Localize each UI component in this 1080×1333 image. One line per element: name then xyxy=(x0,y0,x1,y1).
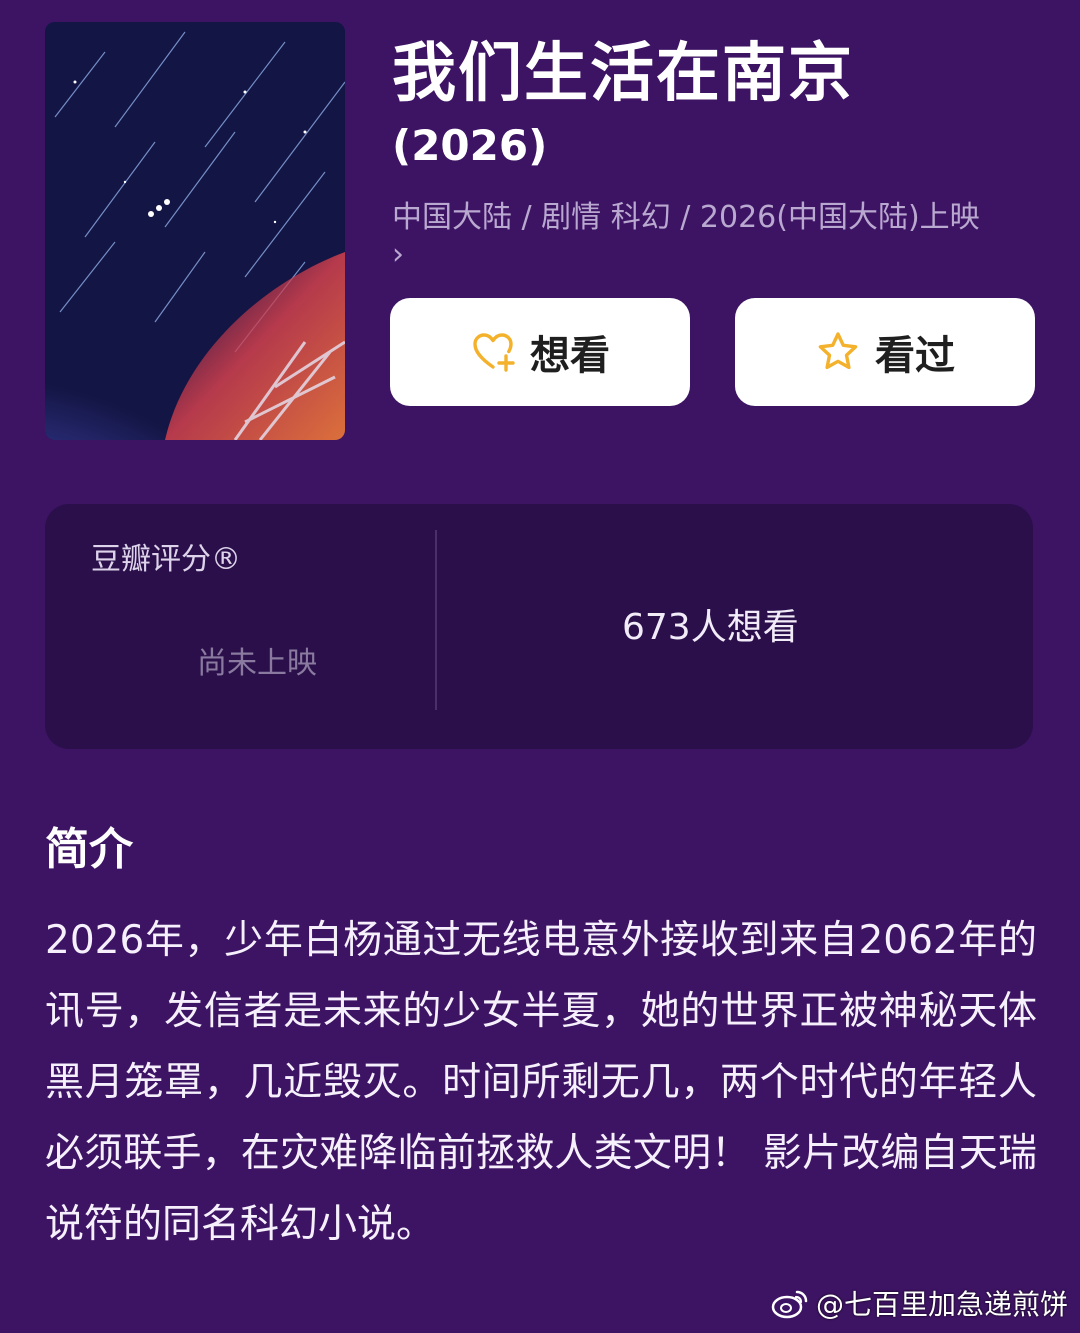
want-to-watch-count[interactable]: 673人想看 xyxy=(622,598,799,650)
poster-artwork xyxy=(45,22,345,440)
watched-label: 看过 xyxy=(875,333,955,379)
watermark: @七百里加急递煎饼 xyxy=(770,1283,1068,1323)
weibo-logo-icon xyxy=(770,1286,810,1320)
panel-divider xyxy=(435,530,437,710)
rating-panel: 豆瓣评分® 尚未上映 673人想看 xyxy=(45,504,1033,749)
watched-button[interactable]: 看过 xyxy=(735,298,1035,406)
movie-poster[interactable] xyxy=(45,22,345,440)
intro-text: 2026年，少年白杨通过无线电意外接收到来自2062年的讯号，发信者是未来的少女… xyxy=(45,918,1037,1247)
heart-plus-icon xyxy=(470,329,516,375)
intro-heading: 简介 xyxy=(45,824,133,875)
douban-rating-label: 豆瓣评分® xyxy=(91,542,241,577)
star-icon xyxy=(815,329,861,375)
want-to-watch-label: 想看 xyxy=(530,333,610,379)
rating-status: 尚未上映 xyxy=(197,646,317,681)
movie-meta[interactable]: 中国大陆 / 剧情 科幻 / 2026(中国大陆)上映 xyxy=(392,196,980,240)
movie-title: 我们生活在南京 xyxy=(392,37,854,111)
movie-year: (2026) xyxy=(392,121,548,170)
meta-expand-arrow[interactable]: › xyxy=(392,238,404,272)
watermark-text: @七百里加急递煎饼 xyxy=(815,1288,1068,1321)
want-to-watch-button[interactable]: 想看 xyxy=(390,298,690,406)
